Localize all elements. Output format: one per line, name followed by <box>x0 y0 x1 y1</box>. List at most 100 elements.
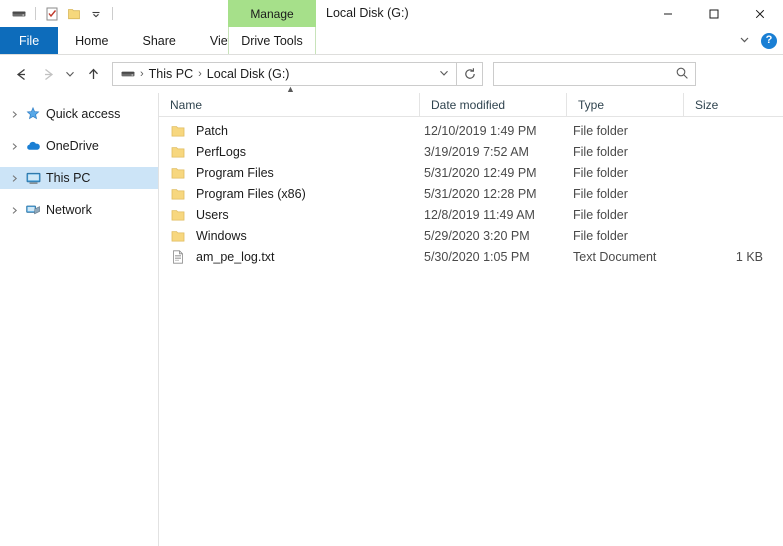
cell-date-modified: 12/8/2019 11:49 AM <box>424 207 535 222</box>
main-content: Quick access OneDrive This PC Network ▲ … <box>0 85 783 546</box>
forward-arrow-icon[interactable] <box>34 61 60 87</box>
tab-file-label: File <box>19 33 40 48</box>
recent-locations-chevron-down-icon[interactable] <box>60 61 80 87</box>
sidebar-item-onedrive[interactable]: OneDrive <box>0 135 158 157</box>
chevron-right-icon[interactable] <box>6 206 22 215</box>
table-row[interactable]: am_pe_log.txt 5/30/2020 1:05 PM Text Doc… <box>159 246 783 267</box>
cell-date-modified: 3/19/2019 7:52 AM <box>424 144 529 159</box>
sidebar-item-label: This PC <box>46 171 91 185</box>
cell-name: Program Files (x86) <box>159 183 419 204</box>
breadcrumb-chevron-down-icon[interactable] <box>438 67 452 82</box>
cell-size <box>683 162 772 183</box>
refresh-icon[interactable] <box>457 62 483 86</box>
column-header-type[interactable]: Type <box>566 93 683 116</box>
cell-name: am_pe_log.txt <box>159 246 419 267</box>
cell-size <box>683 225 772 246</box>
sidebar-item-quick-access[interactable]: Quick access <box>0 103 158 125</box>
folder-icon <box>170 123 190 139</box>
cell-name: Program Files <box>159 162 419 183</box>
monitor-icon <box>22 170 44 187</box>
toolbar-separator-2 <box>112 7 113 20</box>
cell-type: File folder <box>573 165 628 180</box>
sidebar-item-label: OneDrive <box>46 139 99 153</box>
network-icon <box>22 202 44 219</box>
column-header-size[interactable]: Size <box>683 93 772 116</box>
search-box[interactable] <box>493 62 696 86</box>
new-folder-icon[interactable] <box>63 3 85 25</box>
tab-share[interactable]: Share <box>126 27 193 54</box>
breadcrumb-item-local-disk-g[interactable]: Local Disk (G:) <box>203 67 294 81</box>
column-headers: ▲ Name Date modified Type Size <box>159 85 783 117</box>
table-row[interactable]: Patch 12/10/2019 1:49 PM File folder <box>159 120 783 141</box>
column-header-name-label: Name <box>170 97 203 112</box>
cell-size: 1 KB <box>735 249 763 264</box>
folder-icon <box>170 144 190 160</box>
file-name-label: Windows <box>196 228 247 243</box>
file-name-label: am_pe_log.txt <box>196 249 275 264</box>
chevron-right-icon[interactable] <box>6 142 22 151</box>
cell-date-modified: 5/31/2020 12:28 PM <box>424 186 537 201</box>
cloud-icon <box>22 138 44 155</box>
help-icon-label: ? <box>765 34 773 46</box>
ribbon-tab-strip: File Home Share View Drive Tools ? <box>0 27 783 55</box>
minimize-button[interactable] <box>645 0 691 27</box>
sidebar-item-this-pc[interactable]: This PC <box>0 167 158 189</box>
tab-home[interactable]: Home <box>58 27 125 54</box>
cell-type: File folder <box>573 144 628 159</box>
up-arrow-icon[interactable] <box>80 61 106 87</box>
sidebar-item-label: Quick access <box>46 107 121 121</box>
tab-file[interactable]: File <box>0 27 59 54</box>
window-controls <box>645 0 783 27</box>
star-icon <box>22 106 44 122</box>
cell-size <box>683 141 772 162</box>
cell-type: Text Document <box>573 249 657 264</box>
back-arrow-icon[interactable] <box>8 61 34 87</box>
cell-size <box>683 183 772 204</box>
tab-drive-tools-label: Drive Tools <box>241 33 303 48</box>
cell-type: File folder <box>573 207 628 222</box>
tab-drive-tools[interactable]: Drive Tools <box>228 27 316 54</box>
contextual-tab-header: Manage <box>228 0 316 27</box>
cell-type: File folder <box>573 123 628 138</box>
breadcrumb-item-this-pc[interactable]: This PC <box>145 67 197 81</box>
folder-icon <box>170 165 190 181</box>
text-file-icon <box>170 249 190 265</box>
sidebar-item-network[interactable]: Network <box>0 199 158 221</box>
maximize-button[interactable] <box>691 0 737 27</box>
folder-icon <box>170 228 190 244</box>
search-input[interactable] <box>500 66 675 82</box>
file-list-pane: ▲ Name Date modified Type Size Patch 12/… <box>159 85 783 546</box>
cell-date-modified: 12/10/2019 1:49 PM <box>424 123 537 138</box>
table-row[interactable]: Windows 5/29/2020 3:20 PM File folder <box>159 225 783 246</box>
chevron-right-icon[interactable] <box>6 110 22 119</box>
table-row[interactable]: Program Files (x86) 5/31/2020 12:28 PM F… <box>159 183 783 204</box>
table-row[interactable]: PerfLogs 3/19/2019 7:52 AM File folder <box>159 141 783 162</box>
quick-access-toolbar <box>0 0 118 27</box>
collapse-ribbon-chevron-down-icon[interactable] <box>738 33 751 49</box>
cell-date-modified: 5/30/2020 1:05 PM <box>424 249 530 264</box>
column-header-name[interactable]: ▲ Name <box>159 85 419 116</box>
tab-home-label: Home <box>75 33 109 48</box>
search-icon[interactable] <box>675 66 689 83</box>
customize-chevron-icon[interactable] <box>85 3 107 25</box>
column-header-date-modified[interactable]: Date modified <box>419 93 566 116</box>
address-bar: › This PC › Local Disk (G:) <box>0 55 783 93</box>
file-name-label: Patch <box>196 123 228 138</box>
breadcrumb[interactable]: › This PC › Local Disk (G:) <box>112 62 457 86</box>
toolbar-separator <box>35 7 36 20</box>
folder-icon <box>170 207 190 223</box>
chevron-right-icon[interactable] <box>6 174 22 183</box>
cell-name: PerfLogs <box>159 141 419 162</box>
help-icon[interactable]: ? <box>761 32 777 49</box>
close-button[interactable] <box>737 0 783 27</box>
properties-icon[interactable] <box>41 3 63 25</box>
table-row[interactable]: Program Files 5/31/2020 12:49 PM File fo… <box>159 162 783 183</box>
cell-type: File folder <box>573 186 628 201</box>
table-row[interactable]: Users 12/8/2019 11:49 AM File folder <box>159 204 783 225</box>
drive-icon[interactable] <box>8 3 30 25</box>
file-rows: Patch 12/10/2019 1:49 PM File folder Per… <box>159 117 783 267</box>
title-bar: Manage Local Disk (G:) <box>0 0 783 27</box>
column-header-type-label: Type <box>578 97 605 112</box>
navigation-pane: Quick access OneDrive This PC Network <box>0 93 159 546</box>
ribbon-right-controls: ? <box>738 27 777 54</box>
